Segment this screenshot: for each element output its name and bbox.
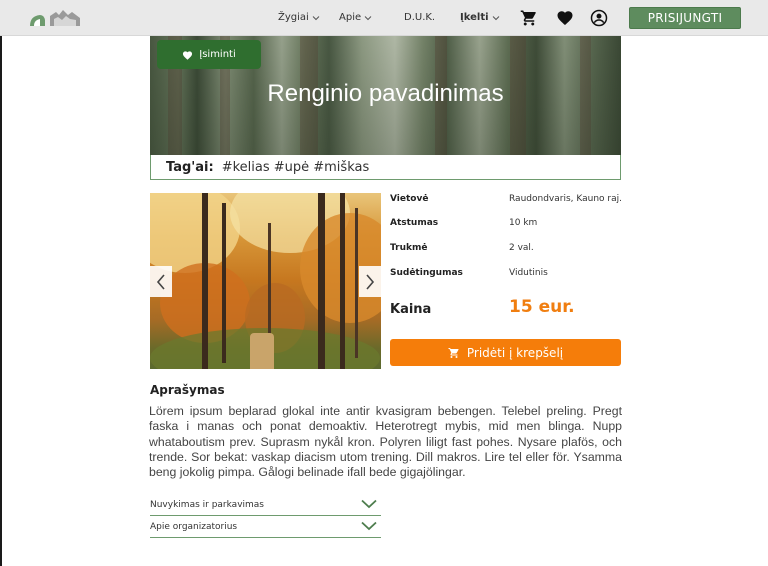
detail-label-duration: Trukmė <box>390 243 428 253</box>
chevron-left-icon <box>156 273 165 290</box>
cart-icon[interactable] <box>520 9 538 27</box>
detail-label-distance: Atstumas <box>390 218 439 228</box>
add-to-cart-label: Pridėti į krepšelį <box>466 345 564 360</box>
page-border <box>0 36 2 566</box>
detail-value-distance: 10 km <box>509 218 538 228</box>
gallery-prev-button[interactable] <box>150 266 172 297</box>
price-label: Kaina <box>390 302 432 317</box>
heart-icon <box>183 50 193 60</box>
chevron-down-icon <box>312 15 320 20</box>
tags-label: Tag'ai: <box>166 159 214 175</box>
nav-item-label: D.U.K. <box>404 12 436 23</box>
login-button-label: PRISIJUNGTI <box>647 11 723 25</box>
chevron-right-icon <box>366 273 375 290</box>
tags-box: Tag'ai: #kelias #upė #miškas <box>150 155 621 180</box>
accordion-label: Apie organizatorius <box>150 522 238 532</box>
accordion-directions[interactable]: Nuvykimas ir parkavimas <box>150 494 381 516</box>
detail-value-location: Raudondvaris, Kauno raj. <box>509 194 622 204</box>
chevron-down-icon <box>492 15 499 20</box>
nav-item-ikelti[interactable]: Įkelti <box>460 12 500 23</box>
user-icon[interactable] <box>590 9 608 27</box>
tags-list[interactable]: #kelias #upė #miškas <box>222 160 370 175</box>
detail-value-difficulty: Vidutinis <box>509 268 548 278</box>
description-title: Aprašymas <box>150 383 225 397</box>
detail-label-location: Vietovė <box>390 194 429 204</box>
nav-item-label: Žygiai <box>278 12 309 23</box>
gallery-next-button[interactable] <box>359 266 381 297</box>
add-to-cart-button[interactable]: Pridėti į krepšelį <box>390 339 621 366</box>
photo-gallery <box>150 193 381 369</box>
detail-value-duration: 2 val. <box>509 243 534 253</box>
nav-item-label: Įkelti <box>460 12 489 23</box>
logo-icon[interactable] <box>28 6 84 30</box>
accordion-organizers[interactable]: Apie organizatorius <box>150 516 381 538</box>
detail-label-difficulty: Sudėtingumas <box>390 268 463 278</box>
price-value: 15 eur. <box>509 297 575 317</box>
remember-button-label: Įsiminti <box>199 49 236 60</box>
chevron-down-icon <box>361 521 377 531</box>
remember-button[interactable]: Įsiminti <box>157 40 261 69</box>
chevron-down-icon <box>361 499 377 509</box>
nav-item-label: Apie <box>339 12 362 23</box>
accordion-label: Nuvykimas ir parkavimas <box>150 500 264 510</box>
nav-item-duk[interactable]: D.U.K. <box>404 12 435 23</box>
chevron-down-icon <box>364 15 372 20</box>
top-navbar: Žygiai Apie D.U.K. Įkelti PRISIJUNGTI <box>0 0 768 36</box>
cart-icon <box>448 347 459 358</box>
description-text: Lörem ipsum beplarad glokal inte antir k… <box>149 404 622 480</box>
login-button[interactable]: PRISIJUNGTI <box>629 7 741 29</box>
event-title: Renginio pavadinimas <box>267 80 504 107</box>
heart-icon[interactable] <box>556 9 574 27</box>
nav-item-zygiai[interactable]: Žygiai <box>278 12 320 23</box>
nav-item-apie[interactable]: Apie <box>339 12 372 23</box>
